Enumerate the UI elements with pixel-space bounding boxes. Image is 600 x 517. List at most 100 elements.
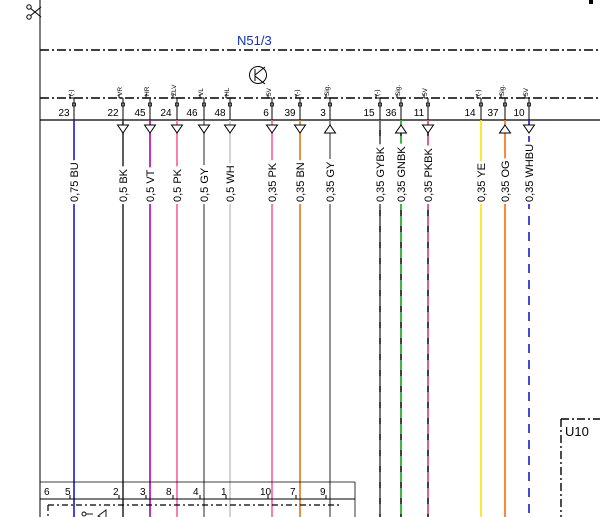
pin-39: (-) 39 0,35 BN xyxy=(284,90,307,517)
bottom-pin-number: 10 xyxy=(260,487,272,498)
pin-number: 3 xyxy=(320,108,326,119)
pin-3: Sig. 3 0,35 GY xyxy=(320,85,337,517)
signal-up-arrow-icon xyxy=(394,124,408,134)
bottom-pin-10: 10 xyxy=(260,487,272,500)
pin-function-label: VL xyxy=(198,88,205,96)
signal-up-arrow-icon xyxy=(323,124,337,134)
bottom-pin-number: 8 xyxy=(166,487,172,498)
module-title: N51/3 xyxy=(237,33,272,48)
pin-function-label: 5V xyxy=(523,87,530,96)
pin-function-label: ZLV xyxy=(171,84,178,96)
signal-down-arrow-icon xyxy=(293,124,307,134)
wire-label: 0,35 PKBK xyxy=(423,148,435,202)
pin-group: (-)230,75 BUVR220,5 BKHR450,5 VTZLV240,5… xyxy=(58,84,536,517)
bottom-pin-group: 6 5 2 3 8 4 1 10 7 9 xyxy=(44,487,330,500)
bottom-connector: 6 5 2 3 8 4 1 10 7 9 xyxy=(40,481,356,517)
signal-down-arrow-icon xyxy=(265,124,279,134)
wire-label: 0,5 BK xyxy=(118,168,130,202)
wire-label: 0,5 PK xyxy=(172,168,184,202)
u10-frame: U10 xyxy=(560,418,600,517)
wiring-diagram: N51/3 (-)230,75 BUVR220,5 BKHR450,5 VTZL… xyxy=(26,0,600,517)
pin-22: VR 22 0,5 BK xyxy=(107,87,130,517)
wire-label: 0,35 PK xyxy=(267,162,279,202)
bottom-pin-9: 9 xyxy=(320,487,330,500)
bottom-pin-3: 3 xyxy=(140,487,150,500)
pin-10: 5V 10 0,35 WHBU xyxy=(513,87,536,517)
wire-label: 0,5 VT xyxy=(145,169,157,202)
wire-label: 0,35 GY xyxy=(325,161,337,202)
pin-function-label: (-) xyxy=(294,90,301,97)
bottom-pin-number: 2 xyxy=(113,487,119,498)
wire-label: 0,35 YE xyxy=(476,163,488,202)
pin-number: 37 xyxy=(487,108,499,119)
pin-11: 5V 11 0,35 PKBK xyxy=(414,87,435,517)
pin-function-label: (-) xyxy=(374,90,381,97)
signal-down-arrow-icon xyxy=(522,124,536,134)
pin-function-label: Sig. xyxy=(395,85,402,96)
u10-label: U10 xyxy=(565,424,589,439)
bottom-pin-number: 4 xyxy=(193,487,199,498)
pin-number: 23 xyxy=(58,108,70,119)
pin-function-label: Sig. xyxy=(499,85,506,96)
pin-6: 5V 6 0,35 PK xyxy=(263,87,279,517)
pin-23: (-) 23 0,75 BU xyxy=(58,90,81,517)
wire-label: 0,35 WHBU xyxy=(524,144,536,202)
pin-15: (-) 15 0,35 GYBK xyxy=(363,90,387,517)
ground-symbol-icon xyxy=(249,66,267,85)
pin-number: 14 xyxy=(464,108,476,119)
pin-36: Sig. 36 0,35 GNBK xyxy=(385,85,408,517)
bottom-pin-number: 3 xyxy=(140,487,146,498)
wire-label: 0,35 OG xyxy=(500,160,512,202)
bottom-pin-4: 4 xyxy=(193,487,204,500)
pin-number: 24 xyxy=(160,108,172,119)
pin-24: ZLV 24 0,5 PK xyxy=(160,84,184,517)
wire-label: 0,35 GNBK xyxy=(396,146,408,202)
pin-number: 48 xyxy=(214,108,226,119)
pin-number: 6 xyxy=(263,108,269,119)
pin-function-label: VR xyxy=(117,87,124,96)
signal-down-arrow-icon xyxy=(170,124,184,134)
bottom-pin-number: 6 xyxy=(44,487,50,498)
pin-function-label: HR xyxy=(144,86,151,96)
pin-number: 15 xyxy=(363,108,375,119)
pin-37: Sig. 37 0,35 OG xyxy=(487,85,512,517)
pin-function-label: Sig. xyxy=(324,85,331,96)
pin-number: 45 xyxy=(134,108,146,119)
bottom-pin-2: 2 xyxy=(113,487,123,500)
pin-function-label: 5V xyxy=(266,87,273,96)
bottom-pin-number: 9 xyxy=(320,487,326,498)
scissors-icon xyxy=(26,4,42,20)
pin-48: HL 48 0,5 WH xyxy=(214,87,237,517)
pin-14: (-) 14 0,35 YE xyxy=(464,90,488,517)
wire-label: 0,5 WH xyxy=(225,165,237,202)
pin-function-label: (-) xyxy=(68,90,75,97)
signal-up-arrow-icon xyxy=(498,124,512,134)
pin-number: 10 xyxy=(513,108,525,119)
bottom-pin-6: 6 xyxy=(44,487,50,498)
pin-number: 11 xyxy=(414,108,425,119)
component-symbol-icon xyxy=(81,509,107,517)
signal-down-arrow-icon xyxy=(197,124,211,134)
signal-down-arrow-icon xyxy=(143,124,157,134)
pin-function-label: 5V xyxy=(422,87,429,96)
signal-down-arrow-icon xyxy=(116,124,130,134)
bottom-pin-1: 1 xyxy=(221,487,230,500)
pin-function-label: (-) xyxy=(475,90,482,97)
corner-mark xyxy=(589,0,593,4)
pin-number: 36 xyxy=(385,108,397,119)
wire-label: 0,35 BN xyxy=(295,162,307,202)
pin-46: VL 46 0,5 GY xyxy=(186,88,211,517)
bottom-pin-8: 8 xyxy=(166,487,177,500)
pin-45: HR 45 0,5 VT xyxy=(134,86,157,517)
bottom-pin-7: 7 xyxy=(290,487,300,500)
pin-number: 22 xyxy=(107,108,119,119)
wire-label: 0,75 BU xyxy=(69,162,81,202)
signal-down-arrow-icon xyxy=(223,124,237,134)
wire-label: 0,35 GYBK xyxy=(375,146,387,202)
pin-function-label: HL xyxy=(224,87,231,96)
pin-number: 39 xyxy=(284,108,296,119)
signal-down-arrow-icon xyxy=(421,124,435,134)
wire-label: 0,5 GY xyxy=(199,167,211,202)
pin-number: 46 xyxy=(186,108,198,119)
bottom-pin-5: 5 xyxy=(65,487,74,500)
